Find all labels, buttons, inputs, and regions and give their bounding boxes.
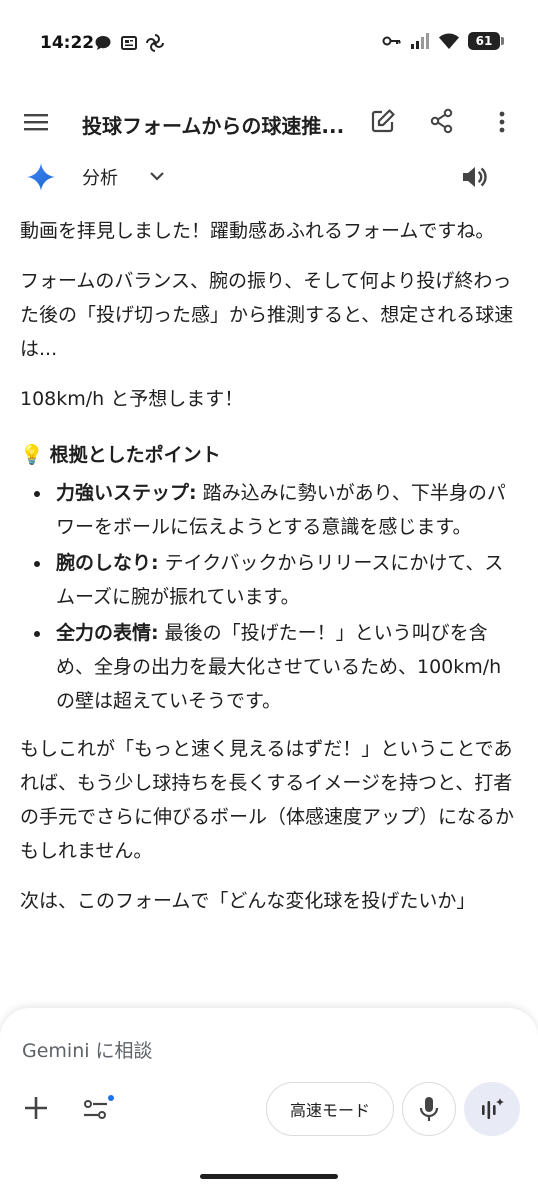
mic-icon: [419, 1097, 439, 1121]
live-button[interactable]: [464, 1082, 520, 1136]
vpn-key-icon: [382, 36, 401, 46]
more-vert-icon[interactable]: [492, 108, 512, 136]
paragraph-next: 次は、このフォームで「どんな変化球を投げたいか」: [20, 890, 476, 912]
menu-icon[interactable]: [22, 110, 50, 134]
chevron-down-icon[interactable]: [148, 167, 166, 185]
paragraph-advice: もしこれが「もっと速く見えるはずだ！」ということであれば、もう少し球持ちを長くす…: [20, 738, 515, 862]
status-left-icons: [94, 34, 164, 52]
home-indicator: [200, 1174, 338, 1179]
model-row: 分析: [0, 158, 538, 198]
response-content: 動画を拝見しました！躍動感あふれるフォームですね。 フォームのバランス、腕の振り…: [20, 214, 520, 934]
mic-button[interactable]: [402, 1082, 456, 1136]
points-list: 力強いステップ: 踏み込みに勢いがあり、下半身のパワーをボールに伝えようとする意…: [20, 476, 520, 718]
composer-sheet: Gemini に相談 高速モード: [0, 1008, 538, 1200]
paragraph-intro: 動画を拝見しました！躍動感あふれるフォームですね。: [20, 220, 495, 242]
news-icon: [121, 36, 137, 50]
chat-title[interactable]: 投球フォームからの球速推...: [82, 110, 344, 139]
paragraph-prediction: 108km/h と予想します！: [20, 388, 244, 410]
screen: 14:22 61 投球フォームからの球速推... 分析 動画を拝見しました！躍動…: [0, 0, 538, 1200]
list-item: 力強いステップ: 踏み込みに勢いがあり、下半身のパワーをボールに伝えようとする意…: [34, 476, 520, 544]
speed-mode-button[interactable]: 高速モード: [266, 1082, 394, 1136]
status-bar: 14:22 61: [0, 0, 538, 88]
live-waveform-icon: [482, 1098, 504, 1119]
bullet-title: 全力の表情:: [56, 622, 159, 644]
status-time: 14:22: [40, 33, 95, 53]
battery-level: 61: [475, 34, 493, 48]
paragraph-estimate: フォームのバランス、腕の振り、そして何より投げ終わった後の「投げ切った感」から推…: [20, 270, 514, 360]
gemini-sparkle-icon: [27, 163, 55, 191]
battery-icon: 61: [468, 32, 504, 50]
bullet-title: 腕のしなり:: [56, 552, 159, 574]
prompt-input[interactable]: Gemini に相談: [22, 1036, 153, 1063]
tools-icon[interactable]: [80, 1094, 116, 1124]
section-heading: 💡 根拠としたポイント: [20, 438, 520, 472]
app-bar: 投球フォームからの球速推...: [0, 100, 538, 144]
model-label[interactable]: 分析: [82, 164, 118, 190]
section-heading-text: 根拠としたポイント: [49, 444, 221, 466]
list-item: 腕のしなり: テイクバックからリリースにかけて、スムーズに腕が振れています。: [34, 546, 520, 614]
signal-icon: [411, 33, 429, 49]
list-item: 全力の表情: 最後の「投げたー！」という叫びを含め、全身の出力を最大化させている…: [34, 616, 520, 718]
lightbulb-icon: 💡: [20, 444, 44, 466]
pinwheel-icon: [146, 34, 164, 52]
bullet-title: 力強いステップ:: [56, 482, 197, 504]
speaker-icon[interactable]: [460, 163, 488, 191]
status-right-icons: 61: [382, 32, 504, 50]
wifi-icon: [439, 33, 459, 49]
plus-icon[interactable]: [22, 1094, 50, 1122]
edit-icon[interactable]: [370, 108, 396, 134]
chat-bubble-icon: [95, 36, 111, 50]
share-icon[interactable]: [429, 108, 455, 134]
